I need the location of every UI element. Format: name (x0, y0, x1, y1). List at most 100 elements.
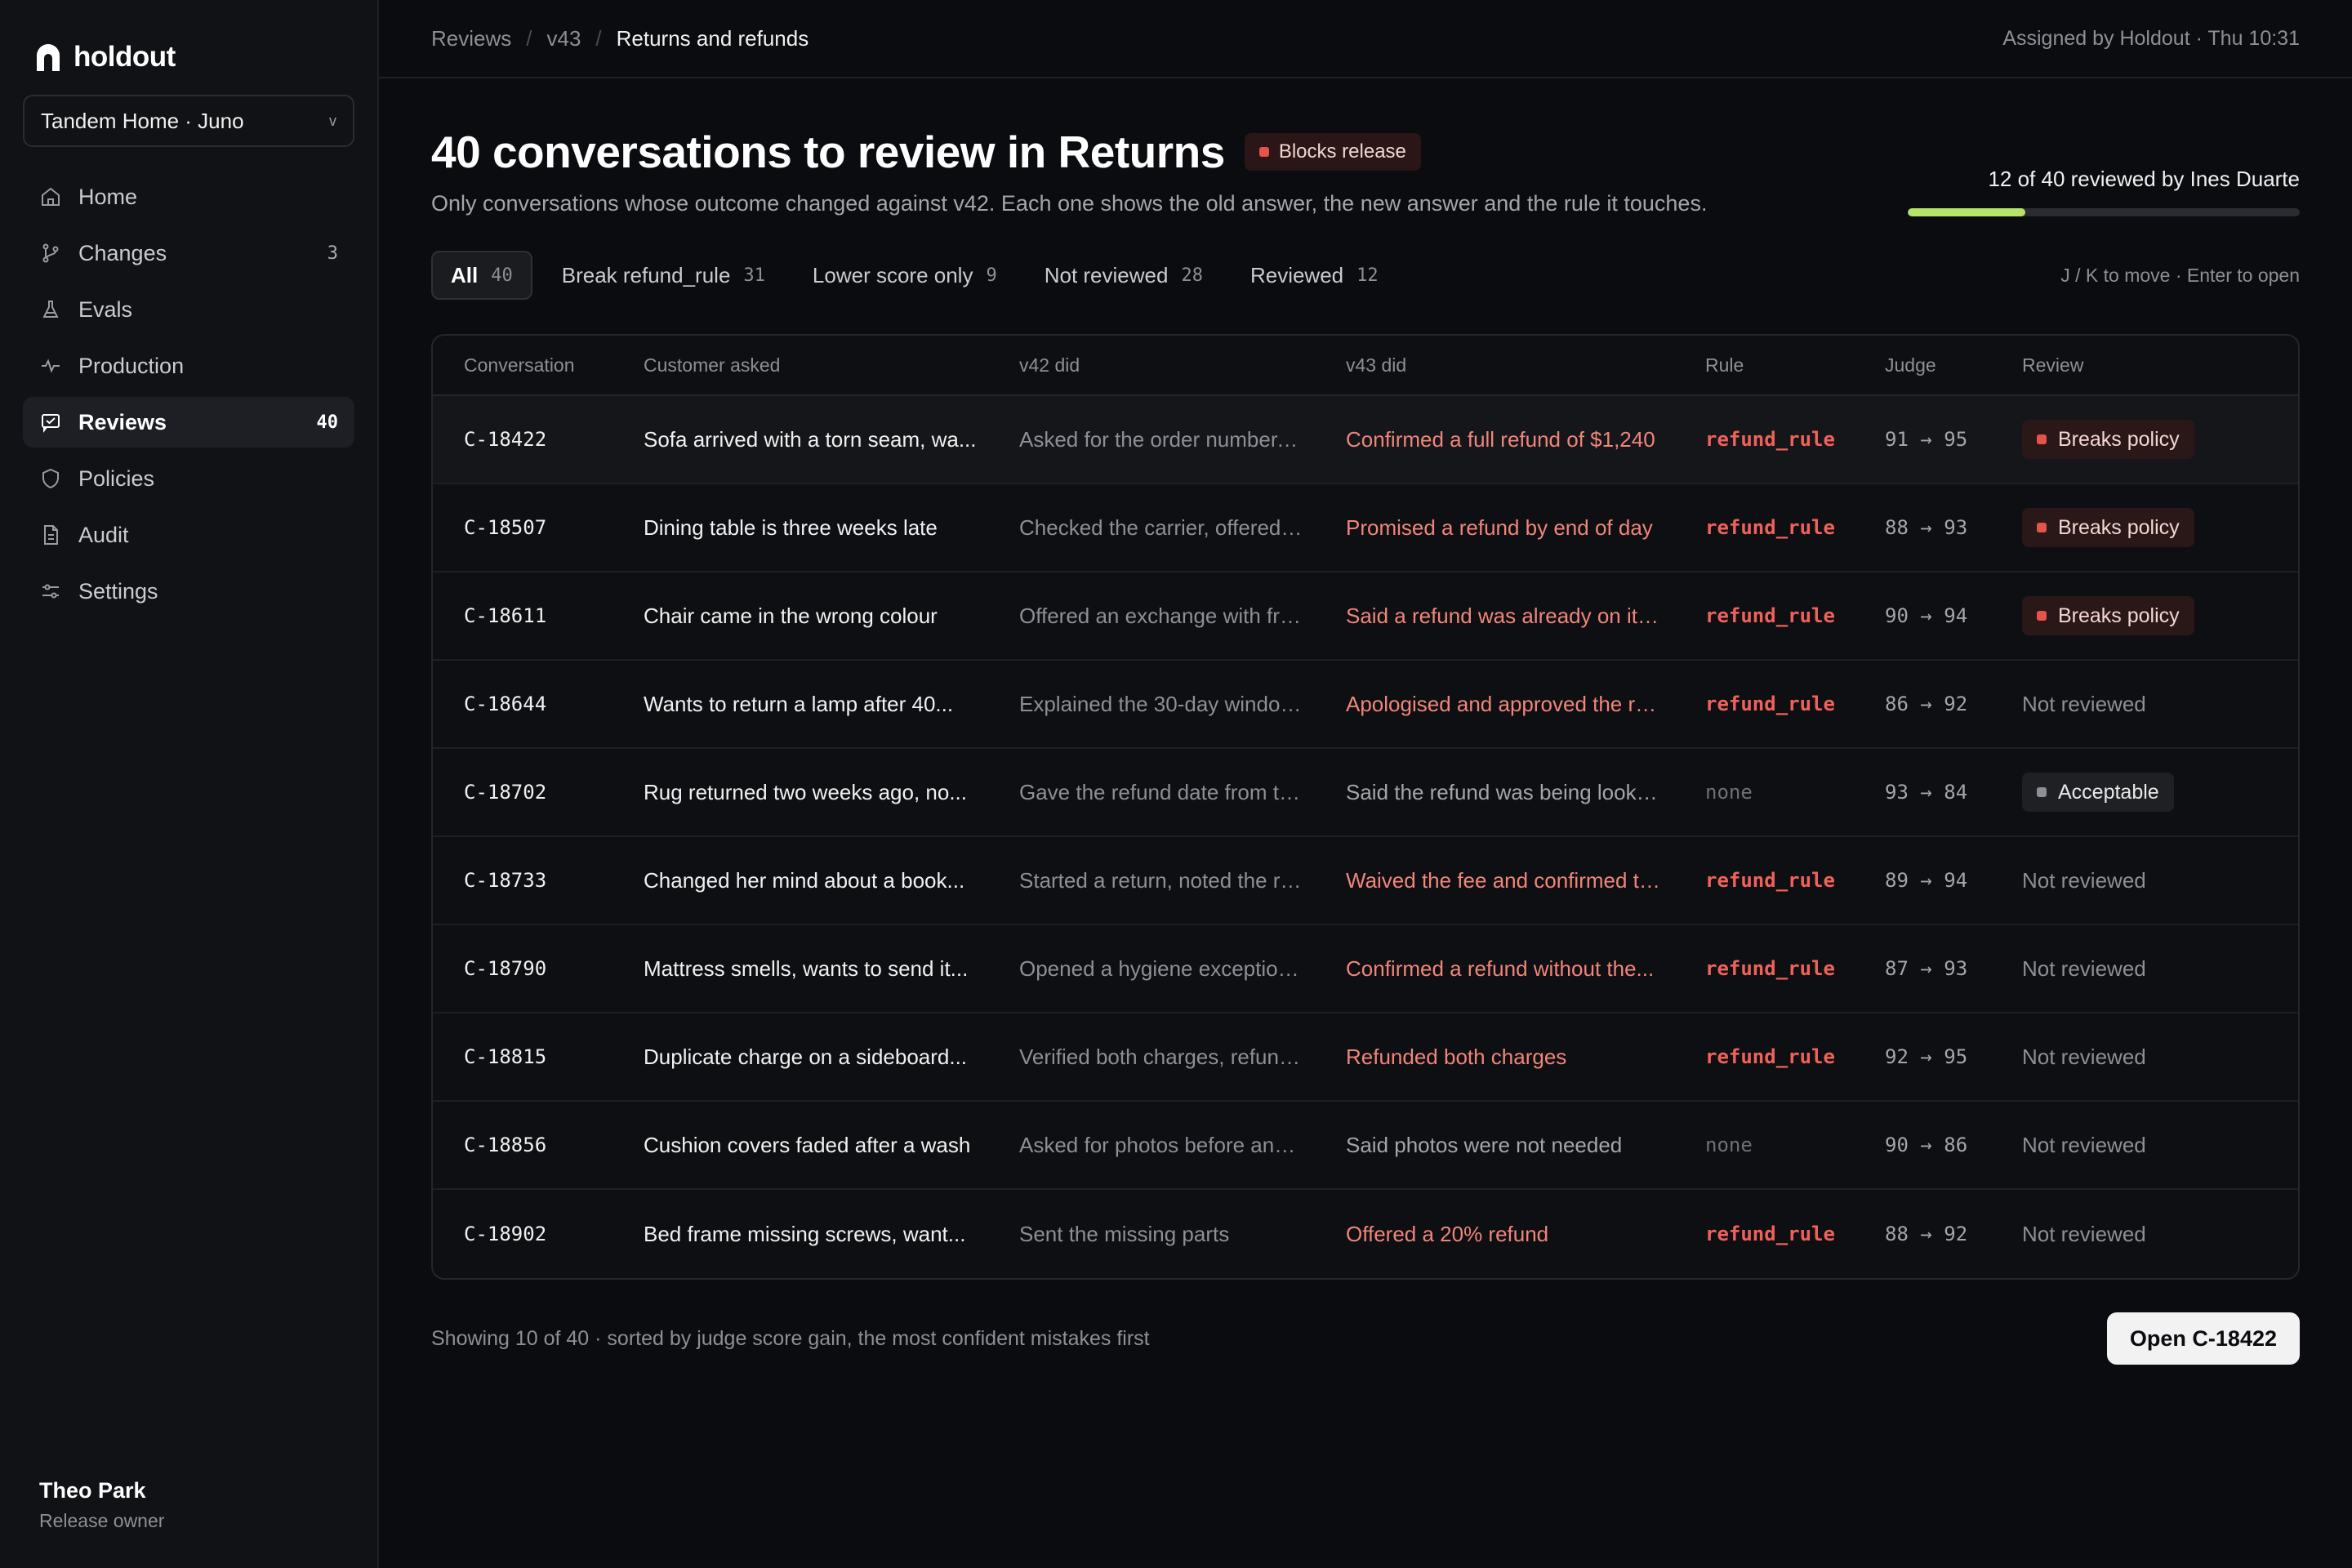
filter-tab[interactable]: Not reviewed 28 (1027, 251, 1221, 300)
table-row[interactable]: C-18702 Rug returned two weeks ago, no...… (433, 749, 2298, 837)
page-title: 40 conversations to review in Returns (431, 127, 1225, 177)
review-status: Not reviewed (2022, 691, 2146, 716)
v43-answer: Said the refund was being looked... (1346, 779, 1674, 804)
judge-score: 90 → 94 (1885, 604, 1968, 627)
v42-answer: Started a return, noted the re... (1019, 867, 1310, 893)
rule-name: refund_rule (1705, 428, 1835, 451)
column-header[interactable]: Conversation (433, 354, 612, 376)
sidebar-item-label: Audit (78, 522, 129, 547)
conversation-id[interactable]: C-18702 (433, 781, 612, 804)
customer-asked: Dining table is three weeks late (644, 514, 938, 540)
review-cell[interactable]: Not reviewed (1991, 868, 2298, 893)
breadcrumb: Reviews / v43 / Returns and refunds (431, 26, 808, 51)
sidebar-item-label: Changes (78, 240, 167, 265)
customer-asked: Duplicate charge on a sideboard... (644, 1044, 968, 1069)
review-cell[interactable]: Not reviewed (1991, 1045, 2298, 1070)
sidebar-item-policies[interactable]: Policies (23, 453, 354, 504)
review-cell[interactable]: Not reviewed (1991, 1133, 2298, 1158)
table-row[interactable]: C-18644 Wants to return a lamp after 40..… (433, 661, 2298, 749)
blocks-release-badge: Blocks release (1244, 133, 1421, 171)
sidebar-item-label: Evals (78, 296, 133, 322)
sidebar-item-settings[interactable]: Settings (23, 566, 354, 617)
conversation-id[interactable]: C-18422 (433, 428, 612, 451)
table-row[interactable]: C-18790 Mattress smells, wants to send it… (433, 925, 2298, 1013)
chevron-down-icon: v (329, 112, 336, 129)
judge-score: 86 → 92 (1885, 693, 1968, 715)
sidebar-item-label: Home (78, 184, 138, 209)
column-header[interactable]: v43 did (1315, 354, 1674, 376)
table-row[interactable]: C-18422 Sofa arrived with a torn seam, wa… (433, 396, 2298, 484)
conversation-id[interactable]: C-18815 (433, 1045, 612, 1068)
v43-answer: Apologised and approved the ret... (1346, 691, 1671, 716)
sidebar-item-production[interactable]: Production (23, 341, 354, 391)
breadcrumb-reviews[interactable]: Reviews (431, 26, 511, 51)
rule-name: none (1705, 1134, 1753, 1156)
v43-answer: Promised a refund by end of day (1346, 514, 1653, 540)
review-status: Not reviewed (2022, 1132, 2146, 1157)
conversation-id[interactable]: C-18507 (433, 516, 612, 539)
filter-count: 31 (743, 265, 765, 286)
judge-score: 90 → 86 (1885, 1134, 1968, 1156)
review-cell[interactable]: Not reviewed (1991, 956, 2298, 982)
sidebar-item-changes[interactable]: Changes 3 (23, 228, 354, 278)
filter-tab[interactable]: Reviewed 12 (1232, 251, 1396, 300)
conversations-table: Conversation Customer asked v42 did v43 did… (431, 334, 2300, 1280)
conversation-id[interactable]: C-18611 (433, 604, 612, 627)
sidebar-item-home[interactable]: Home (23, 172, 354, 222)
column-header[interactable]: Rule (1674, 354, 1854, 376)
review-cell[interactable]: Acceptable (1991, 773, 2298, 812)
conversation-id[interactable]: C-18902 (433, 1223, 612, 1245)
column-header[interactable]: Customer asked (612, 354, 988, 376)
conversation-id[interactable]: C-18644 (433, 693, 612, 715)
filter-count: 9 (986, 265, 997, 286)
column-header[interactable]: v42 did (988, 354, 1315, 376)
open-conversation-button[interactable]: Open C-18422 (2106, 1312, 2300, 1365)
sidebar-item-audit[interactable]: Audit (23, 510, 354, 560)
sidebar-item-label: Production (78, 353, 185, 378)
filter-tab[interactable]: Lower score only 9 (795, 251, 1015, 300)
review-cell[interactable]: Breaks policy (1991, 420, 2298, 459)
status-dot-icon (2037, 611, 2047, 621)
user-profile[interactable]: Theo Park Release owner (39, 1478, 164, 1532)
table-row[interactable]: C-18902 Bed frame missing screws, want...… (433, 1190, 2298, 1278)
customer-asked: Rug returned two weeks ago, no... (644, 779, 968, 804)
conversation-id[interactable]: C-18733 (433, 869, 612, 892)
table-row[interactable]: C-18733 Changed her mind about a book... S… (433, 837, 2298, 925)
table-row[interactable]: C-18815 Duplicate charge on a sideboard..… (433, 1013, 2298, 1102)
table-row[interactable]: C-18507 Dining table is three weeks late C… (433, 484, 2298, 572)
judge-score: 87 → 93 (1885, 957, 1968, 980)
conversation-id[interactable]: C-18856 (433, 1134, 612, 1156)
review-cell[interactable]: Not reviewed (1991, 1222, 2298, 1247)
filter-tab[interactable]: Break refund_rule 31 (544, 251, 783, 300)
filter-label: Break refund_rule (561, 262, 731, 287)
table-row[interactable]: C-18856 Cushion covers faded after a wash… (433, 1102, 2298, 1190)
logo[interactable]: holdout (34, 41, 354, 74)
sidebar-item-label: Policies (78, 466, 155, 491)
review-cell[interactable]: Not reviewed (1991, 692, 2298, 717)
review-progress: 12 of 40 reviewed by Ines Duarte (1908, 167, 2300, 216)
review-cell[interactable]: Breaks policy (1991, 508, 2298, 547)
conversation-id[interactable]: C-18790 (433, 957, 612, 980)
judge-score: 91 → 95 (1885, 428, 1968, 451)
rule-name: refund_rule (1705, 957, 1835, 980)
holdout-logo-icon (37, 44, 60, 71)
sidebar-nav: Home Changes 3 Evals Production Reviews 40 Poli… (23, 172, 354, 617)
sidebar-item-evals[interactable]: Evals (23, 284, 354, 335)
review-status: Not reviewed (2022, 1044, 2146, 1069)
progress-fill (1908, 208, 2025, 216)
breadcrumb-current: Returns and refunds (616, 25, 809, 51)
table-row[interactable]: C-18611 Chair came in the wrong colour Off… (433, 572, 2298, 661)
rule-name: refund_rule (1705, 1223, 1835, 1245)
customer-asked: Changed her mind about a book... (644, 867, 965, 893)
progress-label: 12 of 40 reviewed by Ines Duarte (1988, 167, 2300, 191)
shield-icon (39, 467, 62, 490)
column-header[interactable]: Judge (1854, 354, 1991, 376)
column-header[interactable]: Review (1991, 354, 2298, 376)
sidebar-item-reviews[interactable]: Reviews 40 (23, 397, 354, 448)
breadcrumb-version[interactable]: v43 (546, 26, 581, 51)
footer-note: Showing 10 of 40 · sorted by judge score… (431, 1326, 1150, 1350)
v43-answer: Waived the fee and confirmed th... (1346, 867, 1669, 893)
workspace-switcher[interactable]: Tandem Home · Juno v (23, 95, 354, 147)
filter-tab[interactable]: All 40 (431, 251, 532, 300)
review-cell[interactable]: Breaks policy (1991, 596, 2298, 635)
